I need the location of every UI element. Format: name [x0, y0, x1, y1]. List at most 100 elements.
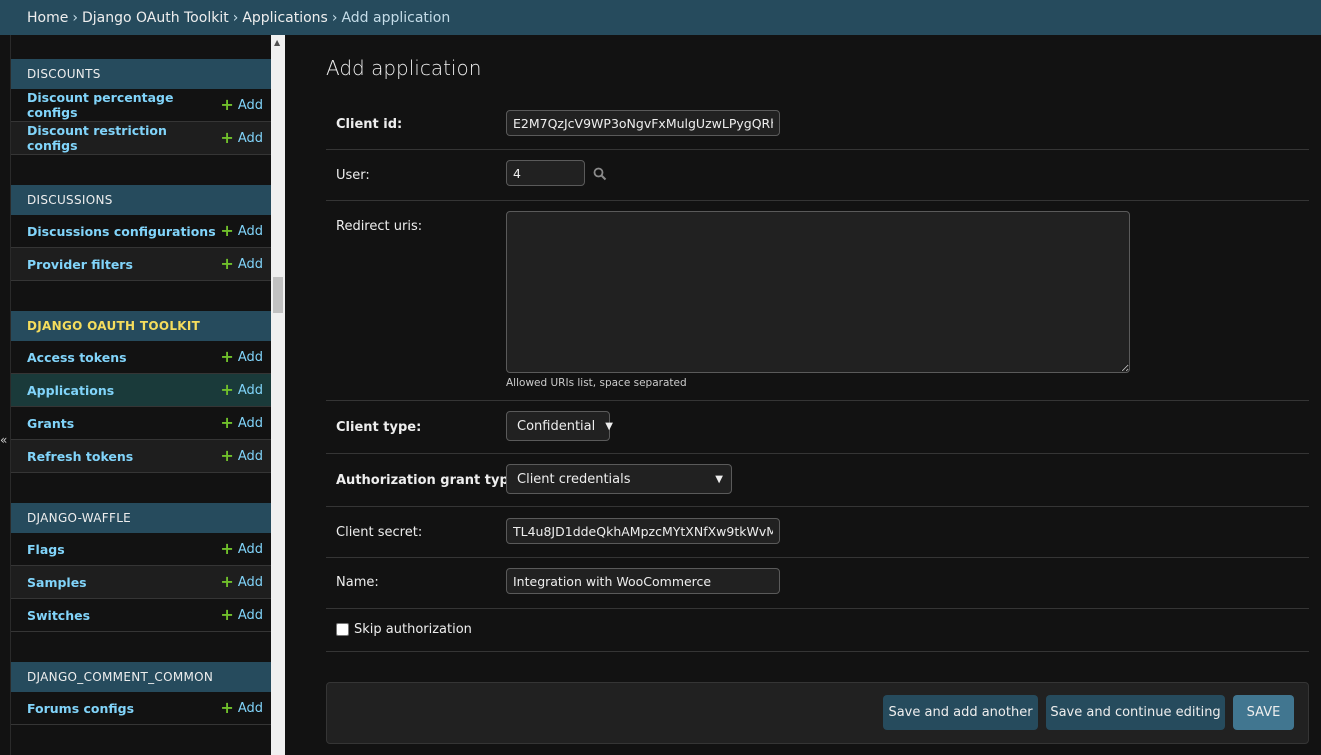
model-link[interactable]: Grants: [27, 416, 74, 431]
add-label: Add: [237, 223, 263, 239]
plus-icon: +: [220, 128, 234, 147]
collapse-sidebar-icon[interactable]: «: [0, 433, 7, 447]
form-row-grant-type: Authorization grant type: Client credent…: [326, 454, 1309, 507]
module-django-comment-common: Django_Comment_Common Forums configs + Ad…: [11, 662, 271, 725]
submit-row: Save and add another Save and continue e…: [326, 682, 1309, 744]
add-link[interactable]: + Add: [220, 448, 263, 464]
add-label: Add: [237, 382, 263, 398]
breadcrumb-separator: ›: [331, 9, 338, 26]
sidebar-item-grants: Grants + Add: [11, 407, 271, 440]
client-type-label: Client type:: [336, 420, 422, 435]
sidebar-toggle[interactable]: [0, 35, 11, 755]
model-link[interactable]: Provider filters: [27, 257, 133, 272]
save-and-continue-button[interactable]: Save and continue editing: [1046, 695, 1225, 730]
breadcrumb-home[interactable]: Home: [27, 10, 68, 26]
client-secret-input[interactable]: [506, 518, 780, 544]
plus-icon: +: [220, 572, 234, 591]
redirect-uris-textarea[interactable]: [506, 211, 1130, 373]
add-label: Add: [237, 256, 263, 272]
model-link[interactable]: Samples: [27, 575, 87, 590]
plus-icon: +: [220, 413, 234, 432]
magnifier-icon[interactable]: [593, 167, 607, 181]
user-label: User:: [336, 168, 370, 183]
sidebar-nav: Discounts Discount percentage configs + A…: [11, 35, 271, 755]
skip-authorization-label[interactable]: Skip authorization: [354, 622, 472, 637]
add-label: Add: [237, 700, 263, 716]
sidebar-item-switches: Switches + Add: [11, 599, 271, 632]
form-row-client-id: Client id:: [326, 99, 1309, 150]
scrollbar-thumb[interactable]: [273, 277, 283, 313]
module-caption[interactable]: Discussions: [11, 185, 271, 215]
sidebar-item-access-tokens: Access tokens + Add: [11, 341, 271, 374]
breadcrumb-separator: ›: [72, 9, 78, 26]
plus-icon: +: [220, 254, 234, 273]
plus-icon: +: [220, 446, 234, 465]
save-button[interactable]: SAVE: [1233, 695, 1294, 730]
name-input[interactable]: [506, 568, 780, 594]
model-link[interactable]: Access tokens: [27, 350, 127, 365]
form-row-skip-authorization: Skip authorization: [326, 609, 1309, 652]
add-link[interactable]: + Add: [220, 349, 263, 365]
model-link[interactable]: Discount percentage configs: [27, 90, 220, 120]
plus-icon: +: [220, 347, 234, 366]
sidebar-item-discount-percentage-configs: Discount percentage configs + Add: [11, 89, 271, 122]
breadcrumb-model[interactable]: Applications: [242, 10, 328, 26]
add-label: Add: [237, 448, 263, 464]
model-link[interactable]: Discount restriction configs: [27, 123, 220, 153]
add-label: Add: [237, 415, 263, 431]
module-caption[interactable]: Django_Comment_Common: [11, 662, 271, 692]
sidebar-item-discussions-configurations: Discussions configurations + Add: [11, 215, 271, 248]
breadcrumb-app[interactable]: Django OAuth Toolkit: [82, 10, 229, 26]
grant-type-label: Authorization grant type:: [336, 473, 523, 488]
add-link[interactable]: + Add: [220, 382, 263, 398]
add-link[interactable]: + Add: [220, 97, 263, 113]
add-link[interactable]: + Add: [220, 607, 263, 623]
plus-icon: +: [220, 698, 234, 717]
module-caption[interactable]: Django-Waffle: [11, 503, 271, 533]
breadcrumb-separator: ›: [232, 9, 239, 26]
sidebar-item-refresh-tokens: Refresh tokens + Add: [11, 440, 271, 473]
form-row-client-secret: Client secret:: [326, 507, 1309, 558]
plus-icon: +: [220, 380, 234, 399]
module-discussions: Discussions Discussions configurations +…: [11, 185, 271, 281]
sidebar-scrollbar[interactable]: ▲: [271, 35, 285, 755]
model-link[interactable]: Discussions configurations: [27, 224, 216, 239]
add-link[interactable]: + Add: [220, 223, 263, 239]
add-label: Add: [237, 349, 263, 365]
add-link[interactable]: + Add: [220, 541, 263, 557]
save-and-add-another-button[interactable]: Save and add another: [883, 695, 1038, 730]
breadcrumb-current: Add application: [341, 9, 451, 26]
add-link[interactable]: + Add: [220, 574, 263, 590]
plus-icon: +: [220, 221, 234, 240]
grant-type-select[interactable]: Client credentials ▼: [506, 464, 732, 494]
add-label: Add: [237, 607, 263, 623]
client-type-select[interactable]: Confidential ▼: [506, 411, 613, 441]
chevron-down-icon: ▼: [715, 473, 723, 485]
model-link[interactable]: Flags: [27, 542, 65, 557]
model-link[interactable]: Applications: [27, 383, 114, 398]
user-id-input[interactable]: [506, 160, 585, 186]
skip-authorization-checkbox[interactable]: [336, 623, 349, 636]
add-link[interactable]: + Add: [220, 700, 263, 716]
module-caption[interactable]: Django OAuth Toolkit: [11, 311, 271, 341]
add-link[interactable]: + Add: [220, 130, 263, 146]
add-link[interactable]: + Add: [220, 415, 263, 431]
client-id-label: Client id:: [336, 117, 403, 132]
sidebar-item-flags: Flags + Add: [11, 533, 271, 566]
page-title: Add application: [326, 56, 482, 80]
sidebar-item-samples: Samples + Add: [11, 566, 271, 599]
module-caption[interactable]: Discounts: [11, 59, 271, 89]
sidebar-item-applications: Applications + Add: [11, 374, 271, 407]
plus-icon: +: [220, 605, 234, 624]
model-link[interactable]: Switches: [27, 608, 90, 623]
chevron-down-icon: ▼: [605, 420, 613, 432]
model-link[interactable]: Forums configs: [27, 701, 134, 716]
add-label: Add: [237, 130, 263, 146]
client-id-input[interactable]: [506, 110, 780, 136]
add-link[interactable]: + Add: [220, 256, 263, 272]
model-link[interactable]: Refresh tokens: [27, 449, 133, 464]
form-row-redirect-uris: Redirect uris: Allowed URIs list, space …: [326, 201, 1309, 401]
scroll-up-icon[interactable]: ▲: [274, 38, 280, 47]
form-row-client-type: Client type: Confidential ▼: [326, 401, 1309, 454]
sidebar-item-discount-restriction-configs: Discount restriction configs + Add: [11, 122, 271, 155]
